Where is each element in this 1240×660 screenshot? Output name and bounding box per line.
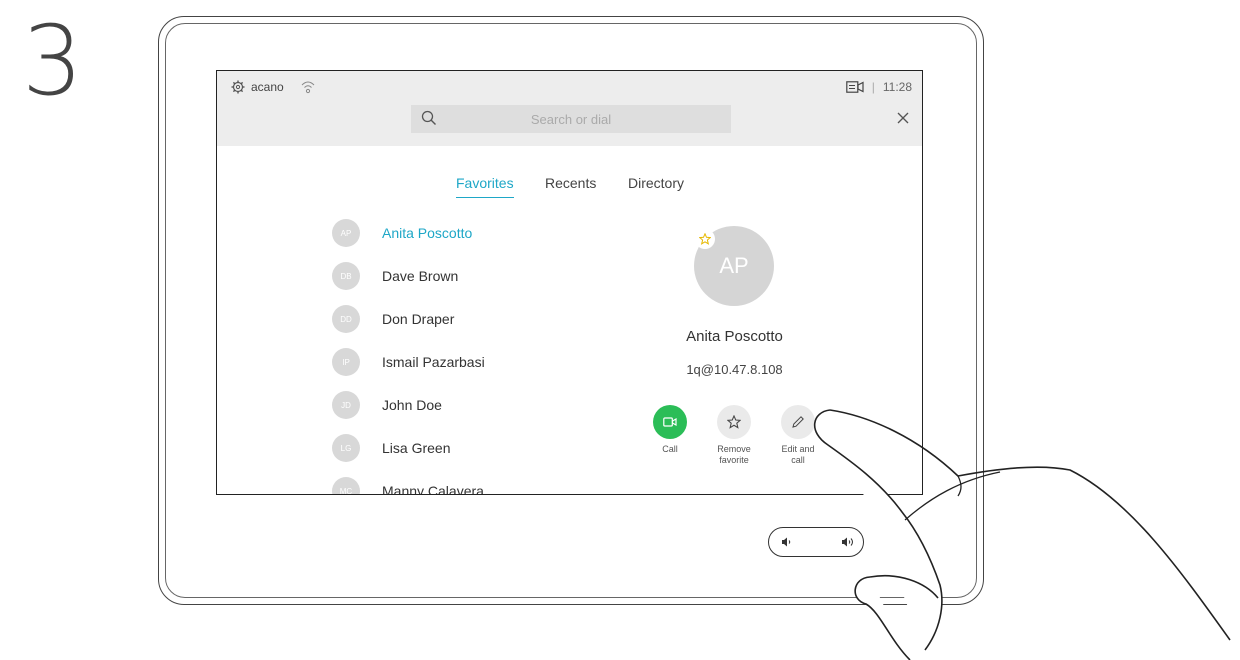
volume-up-icon[interactable] [841,536,855,548]
call-label: Call [662,444,678,454]
volume-control[interactable] [768,527,864,557]
avatar: MC [332,477,360,494]
status-right: | 11:28 [845,80,912,94]
step-number: 3 [22,5,84,117]
mute-button[interactable] [886,527,918,559]
remove-favorite-button[interactable]: Remove favorite [704,405,764,466]
avatar: DD [332,305,360,333]
edit-and-call-label: Edit and call [768,444,828,466]
edit-and-call-label-line2: call [791,455,805,465]
avatar: LG [332,434,360,462]
contact-name: Don Draper [382,311,455,327]
call-circle[interactable] [653,405,687,439]
remove-favorite-circle[interactable] [717,405,751,439]
contact-name: John Doe [382,397,442,413]
avatar: DB [332,262,360,290]
touch-screen: acano | 11:28 Search or dial Favorites R… [216,70,923,495]
remove-favorite-label-line2: favorite [719,455,749,465]
star-icon [699,233,711,245]
detail-address: 1q@10.47.8.108 [686,362,783,377]
contact-item[interactable]: MC Manny Calavera [332,477,484,495]
tab-directory[interactable]: Directory [628,175,684,197]
wifi-icon [301,81,315,94]
edit-and-call-circle[interactable] [781,405,815,439]
contact-name: Lisa Green [382,440,451,456]
edit-and-call-button[interactable]: Edit and call [768,405,828,466]
clock: 11:28 [882,80,912,94]
contact-item[interactable]: AP Anita Poscotto [332,219,472,247]
contact-name: Manny Calavera [382,483,484,495]
tab-favorites[interactable]: Favorites [456,175,514,198]
status-left: acano [231,80,316,94]
volume-down-icon[interactable] [781,536,793,548]
contact-item[interactable]: LG Lisa Green [332,434,450,462]
call-button[interactable]: Call [640,405,700,455]
edit-and-call-label-line1: Edit and [781,444,815,454]
camera-status-icon [845,81,864,93]
detail-name: Anita Poscotto [686,328,783,345]
status-separator: | [871,80,875,94]
search-bar[interactable] [411,105,731,133]
favorite-badge [695,229,715,249]
contact-item[interactable]: DB Dave Brown [332,262,458,290]
gear-icon[interactable] [231,80,245,94]
avatar: JD [332,391,360,419]
avatar: AP [332,219,360,247]
system-name: acano [251,80,284,94]
search-input[interactable] [411,110,731,128]
contact-item[interactable]: IP Ismail Pazarbasi [332,348,485,376]
close-icon[interactable] [894,109,912,127]
tab-recents[interactable]: Recents [545,175,596,197]
remove-favorite-label: Remove favorite [704,444,764,466]
video-call-icon [663,417,677,427]
star-icon [727,415,741,429]
contact-name: Ismail Pazarbasi [382,354,485,370]
pencil-icon [792,416,804,428]
contact-name: Dave Brown [382,268,459,284]
contact-item[interactable]: DD Don Draper [332,305,454,333]
remove-favorite-label-line1: Remove [717,444,751,454]
search-icon [421,110,436,125]
tab-bar: Favorites Recents Directory [217,175,922,201]
contact-name: Anita Poscotto [382,225,473,241]
microphone-muted-icon [895,535,909,551]
top-bar: acano | 11:28 [217,71,922,146]
avatar: IP [332,348,360,376]
contact-item[interactable]: JD John Doe [332,391,442,419]
